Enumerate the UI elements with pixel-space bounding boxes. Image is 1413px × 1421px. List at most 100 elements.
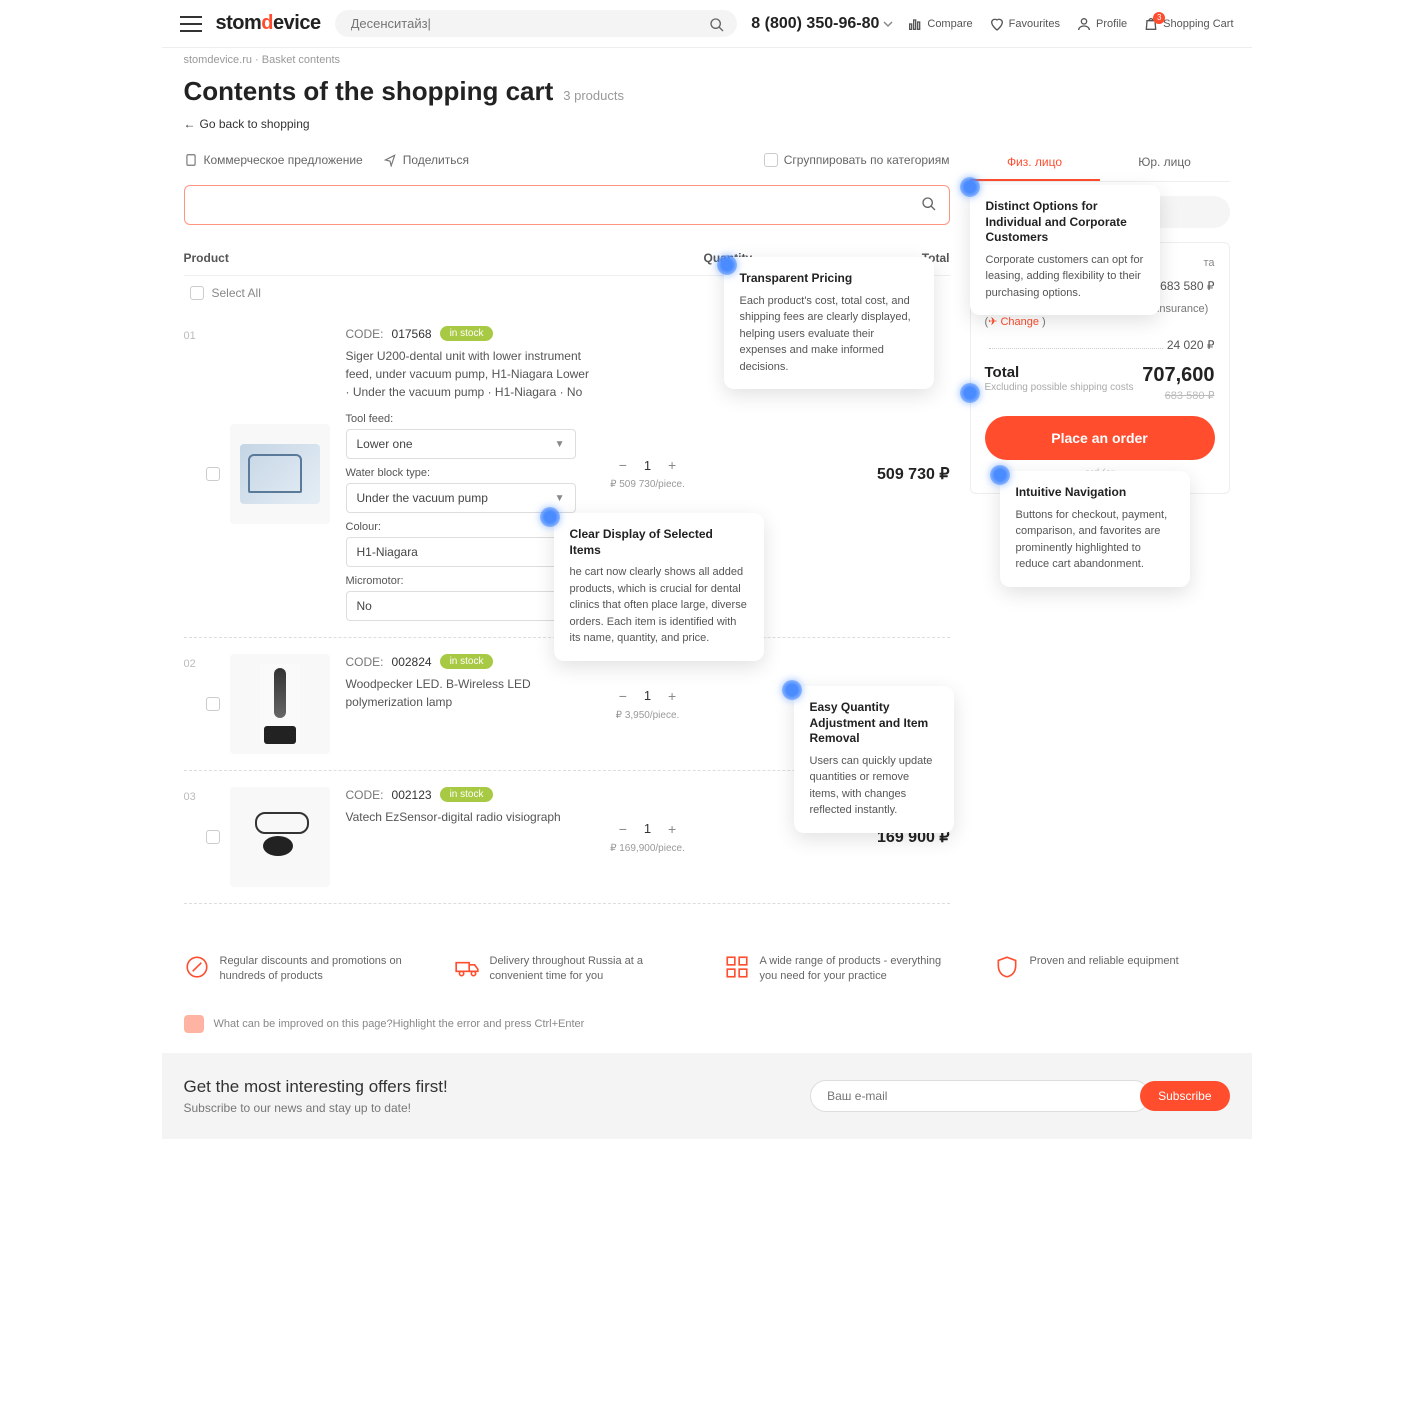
favourites-link[interactable]: Favourites bbox=[989, 16, 1060, 32]
group-checkbox[interactable] bbox=[764, 153, 778, 167]
option-select[interactable]: H1-Niagara▼ bbox=[346, 537, 576, 567]
qty-plus-button[interactable]: + bbox=[665, 821, 679, 837]
profile-link[interactable]: Profile bbox=[1076, 16, 1127, 32]
select-all-checkbox[interactable] bbox=[190, 286, 204, 300]
discount-icon bbox=[184, 954, 210, 980]
feature-item: A wide range of products - everything yo… bbox=[724, 954, 954, 985]
total-sublabel: Excluding possible shipping costs bbox=[985, 381, 1134, 394]
option-select[interactable]: Lower one▼ bbox=[346, 429, 576, 459]
code-label: CODE: bbox=[346, 655, 384, 669]
newsletter: Get the most interesting offers first! S… bbox=[162, 1053, 1252, 1139]
breadcrumb: stomdevice.ru · Basket contents bbox=[162, 48, 1252, 72]
logo[interactable]: stomdevice bbox=[216, 12, 321, 35]
back-link[interactable]: ← Go back to shopping bbox=[162, 115, 1252, 145]
callout-items: Clear Display of Selected Items he cart … bbox=[554, 513, 764, 661]
cart-badge: 3 bbox=[1153, 12, 1165, 24]
group-by-category[interactable]: Сгруппировать по категориям bbox=[764, 153, 950, 167]
compare-icon bbox=[907, 16, 923, 32]
improve-text: What can be improved on this page?Highli… bbox=[214, 1018, 585, 1030]
option-label: Tool feed: bbox=[346, 413, 593, 425]
item-checkbox[interactable] bbox=[206, 697, 220, 711]
item-checkbox[interactable] bbox=[206, 830, 220, 844]
item-image bbox=[230, 654, 330, 754]
truck-icon bbox=[454, 954, 480, 980]
shipping-value: 24 020 ₽ bbox=[1167, 338, 1215, 352]
features-row: Regular discounts and promotions on hund… bbox=[162, 934, 1252, 1005]
document-icon bbox=[184, 153, 198, 167]
search-icon[interactable] bbox=[709, 17, 725, 36]
item-number: 02 bbox=[184, 654, 206, 754]
newsletter-sub: Subscribe to our news and stay up to dat… bbox=[184, 1101, 448, 1115]
code-value: 002824 bbox=[392, 655, 432, 669]
compare-link[interactable]: Compare bbox=[907, 16, 972, 32]
shield-icon bbox=[994, 954, 1020, 980]
code-value: 002123 bbox=[392, 788, 432, 802]
item-image bbox=[230, 787, 330, 887]
stock-badge: in stock bbox=[440, 326, 494, 341]
item-title[interactable]: Woodpecker LED. B-Wireless LED polymeriz… bbox=[346, 675, 593, 711]
item-checkbox[interactable] bbox=[206, 467, 220, 481]
qty-plus-button[interactable]: + bbox=[665, 688, 679, 704]
qty-plus-button[interactable]: + bbox=[665, 457, 679, 473]
share-link[interactable]: Поделиться bbox=[383, 153, 469, 167]
price-per-unit: ₽ 509 730/piece. bbox=[610, 479, 685, 490]
tab-corporate[interactable]: Юр. лицо bbox=[1100, 145, 1230, 181]
total-old-value: 683 580 ₽ bbox=[1142, 389, 1214, 402]
total-value: 707,600 bbox=[1142, 364, 1214, 387]
cart-link[interactable]: 3 Shopping Cart bbox=[1143, 16, 1233, 32]
summary-sidebar: Физ. лицо Юр. лицо та Amount 683 580 ₽ B… bbox=[970, 145, 1230, 904]
callout-qty: Easy Quantity Adjustment and Item Remova… bbox=[794, 686, 954, 833]
option-label: Water block type: bbox=[346, 467, 593, 479]
place-order-button[interactable]: Place an order bbox=[985, 416, 1215, 460]
option-select[interactable]: Under the vacuum pump▼ bbox=[346, 483, 576, 513]
item-image bbox=[230, 424, 330, 524]
commercial-offer-link[interactable]: Коммерческое предложение bbox=[184, 153, 363, 167]
select-all-label: Select All bbox=[212, 286, 261, 300]
item-number: 03 bbox=[184, 787, 206, 887]
price-per-unit: ₽ 169,900/piece. bbox=[610, 843, 685, 854]
qty-minus-button[interactable]: − bbox=[616, 688, 630, 704]
item-number: 01 bbox=[184, 326, 206, 621]
amount-value: 683 580 ₽ bbox=[1160, 279, 1214, 293]
qty-value: 1 bbox=[644, 821, 651, 836]
item-title[interactable]: Siger U200-dental unit with lower instru… bbox=[346, 347, 593, 401]
phone-number[interactable]: 8 (800) 350-96-80 bbox=[751, 15, 893, 33]
callout-navigation: Intuitive Navigation Buttons for checkou… bbox=[1000, 471, 1190, 587]
col-product: Product bbox=[184, 251, 704, 265]
change-shipping-link[interactable]: ✈ Change bbox=[988, 316, 1039, 328]
feedback-icon bbox=[184, 1015, 204, 1033]
feature-item: Proven and reliable equipment bbox=[994, 954, 1224, 985]
price-per-unit: ₽ 3,950/piece. bbox=[616, 710, 680, 721]
user-icon bbox=[1076, 16, 1092, 32]
heart-icon bbox=[989, 16, 1005, 32]
item-title[interactable]: Vatech EzSensor-digital radio visiograph bbox=[346, 808, 593, 826]
total-label: Total bbox=[985, 364, 1134, 381]
tab-individual[interactable]: Физ. лицо bbox=[970, 145, 1100, 181]
newsletter-title: Get the most interesting offers first! bbox=[184, 1077, 448, 1097]
header-search[interactable] bbox=[335, 10, 738, 37]
search-input[interactable] bbox=[351, 16, 698, 31]
cart-filter-input[interactable] bbox=[184, 185, 950, 225]
search-icon[interactable] bbox=[921, 196, 937, 215]
stock-badge: in stock bbox=[440, 787, 494, 802]
product-count: 3 products bbox=[563, 88, 624, 103]
header-links: Compare Favourites Profile 3 Shopping Ca… bbox=[907, 16, 1233, 32]
boxes-icon bbox=[724, 954, 750, 980]
code-label: CODE: bbox=[346, 327, 384, 341]
qty-value: 1 bbox=[644, 688, 651, 703]
code-value: 017568 bbox=[392, 327, 432, 341]
callout-customer-type: Distinct Options for Individual and Corp… bbox=[970, 185, 1160, 315]
qty-minus-button[interactable]: − bbox=[616, 821, 630, 837]
header: stomdevice 8 (800) 350-96-80 Compare Fav… bbox=[162, 0, 1252, 48]
hamburger-icon[interactable] bbox=[180, 16, 202, 32]
qty-minus-button[interactable]: − bbox=[616, 457, 630, 473]
qty-value: 1 bbox=[644, 458, 651, 473]
newsletter-email-input[interactable] bbox=[810, 1080, 1150, 1112]
option-select[interactable]: No▼ bbox=[346, 591, 576, 621]
page-title: Contents of the shopping cart bbox=[184, 76, 554, 107]
feature-item: Delivery throughout Russia at a convenie… bbox=[454, 954, 684, 985]
feature-item: Regular discounts and promotions on hund… bbox=[184, 954, 414, 985]
subscribe-button[interactable]: Subscribe bbox=[1140, 1081, 1229, 1111]
share-icon bbox=[383, 153, 397, 167]
stock-badge: in stock bbox=[440, 654, 494, 669]
